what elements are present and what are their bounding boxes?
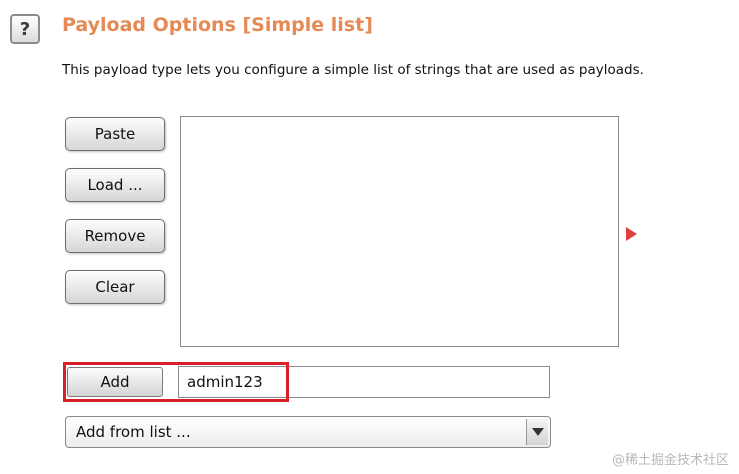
add-from-list-label: Add from list ... (76, 423, 191, 441)
clear-button[interactable]: Clear (65, 270, 165, 304)
chevron-down-icon (531, 428, 544, 436)
add-button[interactable]: Add (67, 367, 163, 397)
add-from-list-dropdown[interactable]: Add from list ... (65, 416, 551, 448)
section-title: Payload Options [Simple list] (62, 14, 373, 36)
load-button[interactable]: Load ... (65, 168, 165, 202)
paste-button[interactable]: Paste (65, 117, 165, 151)
payload-list[interactable] (180, 116, 619, 347)
dropdown-arrow-button[interactable] (526, 419, 548, 445)
add-item-input[interactable] (178, 366, 550, 398)
watermark: @稀土掘金技术社区 (611, 453, 729, 468)
help-glyph: ? (19, 18, 31, 40)
help-icon[interactable]: ? (10, 14, 40, 44)
payload-options-panel: ? Payload Options [Simple list] This pay… (0, 0, 739, 474)
section-description: This payload type lets you configure a s… (62, 62, 644, 78)
triangle-right-icon[interactable] (626, 227, 637, 241)
remove-button[interactable]: Remove (65, 219, 165, 253)
